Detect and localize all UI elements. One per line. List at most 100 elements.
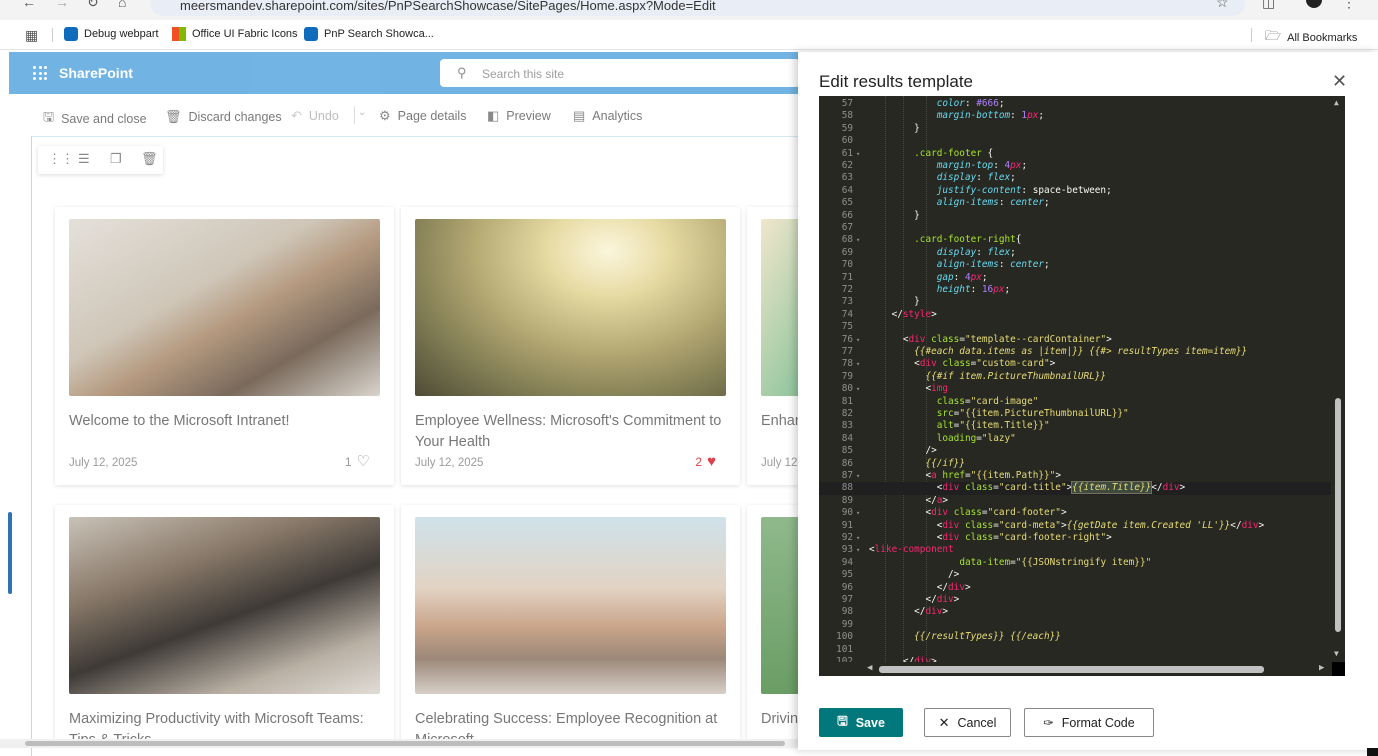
- code-line[interactable]: 74 </style>: [819, 309, 1331, 321]
- code-line[interactable]: 90 ▾ <div class="card-footer">: [819, 507, 1331, 519]
- code-line[interactable]: 66 }: [819, 210, 1331, 222]
- heart-filled-icon[interactable]: ♥: [707, 454, 716, 469]
- code-line[interactable]: 69 display: flex;: [819, 247, 1331, 259]
- code-line[interactable]: 96 </div>: [819, 582, 1331, 594]
- code-line[interactable]: 68 ▾ .card-footer-right{: [819, 234, 1331, 246]
- undo-button[interactable]: ↶ Undo: [291, 108, 339, 124]
- save-and-close-button[interactable]: 🖫 Save and close: [43, 108, 147, 130]
- code-text[interactable]: display: flex;: [869, 172, 1016, 184]
- code-text[interactable]: display: flex;: [869, 247, 1016, 259]
- undo-dropdown-chevron-icon[interactable]: ⌄: [358, 107, 366, 118]
- editor-vertical-scrollbar[interactable]: ▲ ▼: [1332, 96, 1345, 662]
- scrollbar-thumb[interactable]: [879, 666, 1264, 673]
- code-text[interactable]: src="{{item.PictureThumbnailURL}}": [869, 408, 1129, 420]
- code-line[interactable]: 73 }: [819, 296, 1331, 308]
- close-icon[interactable]: ✕: [1332, 71, 1347, 92]
- address-bar[interactable]: meersmandev.sharepoint.com/sites/PnPSear…: [150, 0, 1245, 16]
- card-title[interactable]: Employee Wellness: Microsoft's Commitmen…: [415, 411, 727, 453]
- news-card[interactable]: Welcome to the Microsoft Intranet! July …: [55, 207, 394, 485]
- duplicate-icon[interactable]: ❐: [110, 151, 122, 167]
- code-text[interactable]: .card-footer-right{: [869, 234, 1021, 246]
- bookmark-fabric-icons[interactable]: Office UI Fabric Icons: [172, 27, 298, 41]
- cancel-button[interactable]: ✕ Cancel: [924, 708, 1011, 737]
- news-card[interactable]: Maximizing Productivity with Microsoft T…: [55, 505, 394, 745]
- code-text[interactable]: data-item="{{JSONstringify item}}": [869, 557, 1151, 569]
- code-line[interactable]: 64 justify-content: space-between;: [819, 185, 1331, 197]
- card-title[interactable]: Welcome to the Microsoft Intranet!: [69, 411, 381, 432]
- like-control[interactable]: 2 ♥: [695, 454, 716, 469]
- code-text[interactable]: </div>: [869, 594, 959, 606]
- code-line[interactable]: 95 />: [819, 569, 1331, 581]
- code-line[interactable]: 91 <div class="card-meta">{{getDate item…: [819, 520, 1331, 532]
- code-text[interactable]: {{#if item.PictureThumbnailURL}}: [869, 371, 1106, 383]
- code-line[interactable]: 89 </a>: [819, 495, 1331, 507]
- app-launcher-icon[interactable]: [33, 66, 47, 80]
- extensions-icon[interactable]: ◫: [1262, 0, 1275, 11]
- code-line[interactable]: 81 class="card-image": [819, 396, 1331, 408]
- fold-toggle-icon[interactable]: ▾: [856, 358, 860, 370]
- code-line[interactable]: 60: [819, 135, 1331, 147]
- code-text[interactable]: }: [869, 123, 920, 135]
- code-text[interactable]: align-items: center;: [869, 259, 1050, 271]
- code-text[interactable]: </div>: [869, 582, 971, 594]
- code-line[interactable]: 75: [819, 321, 1331, 333]
- discard-changes-button[interactable]: 🗑 Discard changes: [165, 109, 282, 125]
- code-line[interactable]: 70 align-items: center;: [819, 259, 1331, 271]
- fold-toggle-icon[interactable]: ▾: [856, 334, 860, 346]
- site-search-input[interactable]: ⚲ Search this site: [440, 59, 800, 87]
- code-line[interactable]: 98 </div>: [819, 606, 1331, 618]
- code-line[interactable]: 79 {{#if item.PictureThumbnailURL}}: [819, 371, 1331, 383]
- back-icon[interactable]: ←: [22, 0, 36, 10]
- menu-kebab-icon[interactable]: ⋮: [1342, 0, 1356, 11]
- code-text[interactable]: {{#each data.items as |item|}} {{#> resu…: [869, 346, 1247, 358]
- all-bookmarks[interactable]: 🗁 All Bookmarks: [1265, 27, 1357, 49]
- delete-icon[interactable]: 🗑: [141, 151, 158, 167]
- scrollbar-thumb[interactable]: [25, 741, 785, 746]
- scroll-up-icon[interactable]: ▲: [1334, 98, 1339, 107]
- reload-icon[interactable]: ↻: [87, 0, 99, 11]
- code-text[interactable]: .card-footer {: [869, 148, 993, 160]
- fold-toggle-icon[interactable]: ▾: [856, 470, 860, 482]
- code-line[interactable]: 85 />: [819, 445, 1331, 457]
- code-text[interactable]: <div class="card-footer">: [869, 507, 1066, 519]
- forward-icon[interactable]: →: [55, 0, 69, 10]
- code-line[interactable]: 76 ▾ <div class="template--cardContainer"…: [819, 334, 1331, 346]
- code-line[interactable]: 92 ▾ <div class="card-footer-right">: [819, 532, 1331, 544]
- code-text[interactable]: <like-component: [869, 544, 954, 556]
- fold-toggle-icon[interactable]: ▾: [856, 532, 860, 544]
- code-text[interactable]: margin-top: 4px;: [869, 160, 1027, 172]
- code-line[interactable]: 67: [819, 222, 1331, 234]
- scroll-left-icon[interactable]: ◀: [867, 663, 872, 673]
- code-text[interactable]: <div class="custom-card">: [869, 358, 1055, 370]
- code-text[interactable]: </style>: [869, 309, 937, 321]
- code-text[interactable]: {{/if}}: [869, 458, 965, 470]
- code-line[interactable]: 99: [819, 619, 1331, 631]
- code-text[interactable]: class="card-image": [869, 396, 1039, 408]
- code-editor[interactable]: 57 color: #666; 58 margin-bottom: 1px; 59 …: [819, 96, 1345, 676]
- code-line[interactable]: 57 color: #666;: [819, 98, 1331, 110]
- code-line[interactable]: 82 src="{{item.PictureThumbnailURL}}": [819, 408, 1331, 420]
- code-text[interactable]: </div>: [869, 606, 948, 618]
- code-line[interactable]: 93 ▾ <like-component: [819, 544, 1331, 556]
- code-text[interactable]: margin-bottom: 1px;: [869, 110, 1044, 122]
- fold-toggle-icon[interactable]: ▾: [856, 544, 860, 556]
- code-line[interactable]: 72 height: 16px;: [819, 284, 1331, 296]
- code-line[interactable]: 101: [819, 644, 1331, 656]
- code-line[interactable]: 71 gap: 4px;: [819, 272, 1331, 284]
- code-text[interactable]: }: [869, 210, 920, 222]
- page-details-button[interactable]: ⚙ Page details: [379, 108, 466, 124]
- home-icon[interactable]: ⌂: [118, 0, 126, 10]
- scroll-down-icon[interactable]: ▼: [1334, 649, 1339, 658]
- code-line[interactable]: 87 ▾ <a href="{{item.Path}}">: [819, 470, 1331, 482]
- like-control[interactable]: 1 ♡: [345, 454, 370, 469]
- code-text[interactable]: justify-content: space-between;: [869, 185, 1112, 197]
- code-text[interactable]: loading="lazy": [869, 433, 1016, 445]
- code-line[interactable]: 84 loading="lazy": [819, 433, 1331, 445]
- fold-toggle-icon[interactable]: ▾: [856, 234, 860, 246]
- code-line[interactable]: 77 {{#each data.items as |item|}} {{#> r…: [819, 346, 1331, 358]
- bookmark-pnp-search[interactable]: PnP Search Showca...: [304, 27, 434, 41]
- code-line[interactable]: 61 ▾ .card-footer {: [819, 148, 1331, 160]
- heart-outline-icon[interactable]: ♡: [357, 454, 370, 469]
- code-text[interactable]: }: [869, 296, 920, 308]
- code-line[interactable]: 100 {{/resultTypes}} {{/each}}: [819, 631, 1331, 643]
